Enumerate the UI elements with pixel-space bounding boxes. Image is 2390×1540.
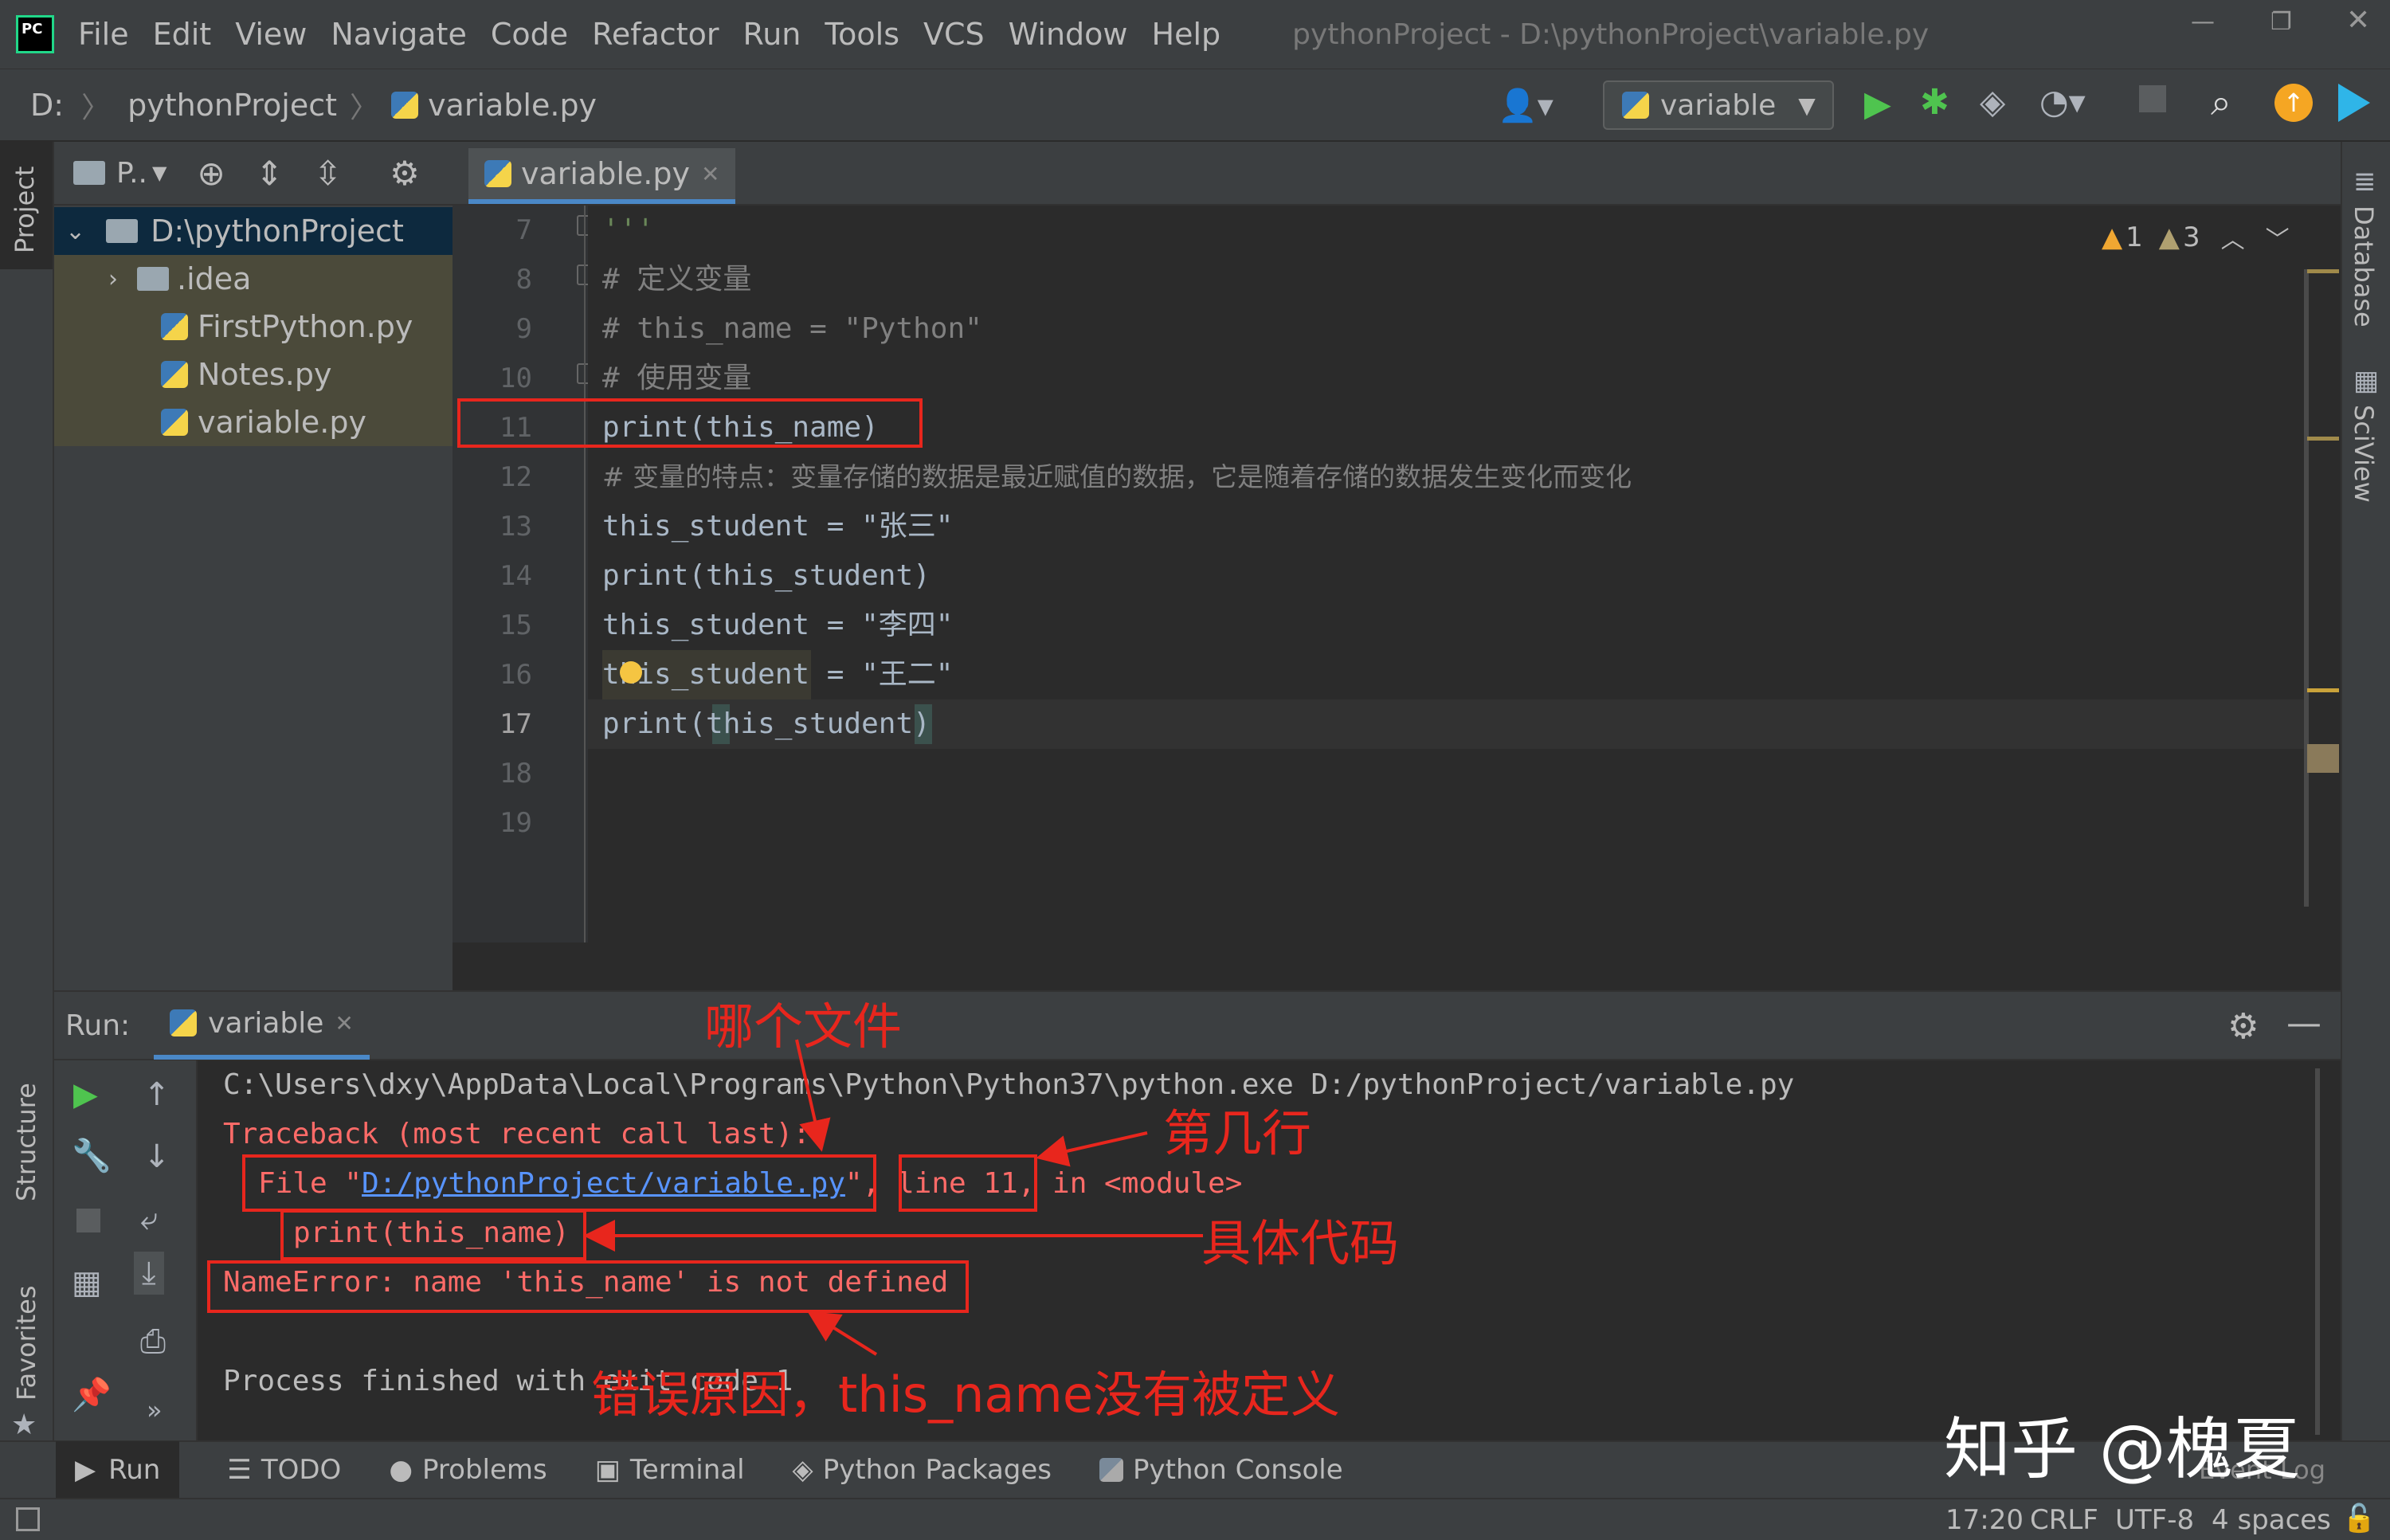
caret-position[interactable]: 17:20	[1945, 1504, 2024, 1536]
status-bar: 17:20 CRLF UTF-8 4 spaces 🔓	[0, 1498, 2390, 1540]
lock-icon[interactable]: 🔓	[2342, 1503, 2376, 1534]
tool-tab-label: Terminal	[629, 1454, 745, 1486]
indent-setting[interactable]: 4 spaces	[2212, 1504, 2331, 1536]
annotation-code: 具体代码	[1201, 1214, 1400, 1272]
tool-tab-label: TODO	[261, 1454, 342, 1486]
watermark: 知乎 @槐夏	[1944, 1410, 2300, 1488]
tool-tab-terminal[interactable]: ▣ Terminal	[595, 1454, 745, 1486]
annotation-file: 哪个文件	[704, 997, 903, 1056]
file-encoding[interactable]: UTF-8	[2115, 1504, 2194, 1536]
terminal-icon: ▣	[594, 1454, 621, 1486]
tool-tab-python-console[interactable]: Python Console	[1099, 1454, 1343, 1486]
annotation-arrows	[583, 1039, 1203, 1356]
tool-tab-label: Python Console	[1133, 1454, 1343, 1486]
tool-tab-todo[interactable]: ☰ TODO	[227, 1454, 341, 1486]
tool-tab-run[interactable]: ▶ Run	[56, 1441, 180, 1499]
arrow-reason	[807, 1311, 878, 1356]
line-separator[interactable]: CRLF	[2030, 1504, 2098, 1536]
tool-tab-label: Python Packages	[822, 1454, 1052, 1486]
packages-icon: ◈	[792, 1454, 813, 1486]
toggle-panels-icon[interactable]	[16, 1507, 40, 1531]
todo-icon: ☰	[227, 1454, 252, 1486]
annotation-line: 第几行	[1163, 1104, 1312, 1162]
tool-tab-python-packages[interactable]: ◈ Python Packages	[793, 1454, 1052, 1486]
python-icon	[1099, 1458, 1123, 1482]
annotation-reason: 错误原因，this_name没有被定义	[591, 1366, 1340, 1424]
problems-icon: ●	[389, 1454, 413, 1486]
tool-tab-label: Run	[108, 1454, 161, 1486]
tool-tab-problems[interactable]: ● Problems	[389, 1454, 547, 1486]
run-icon: ▶	[75, 1454, 96, 1486]
arrow-line	[1036, 1131, 1148, 1167]
tool-tab-label: Problems	[422, 1454, 547, 1486]
